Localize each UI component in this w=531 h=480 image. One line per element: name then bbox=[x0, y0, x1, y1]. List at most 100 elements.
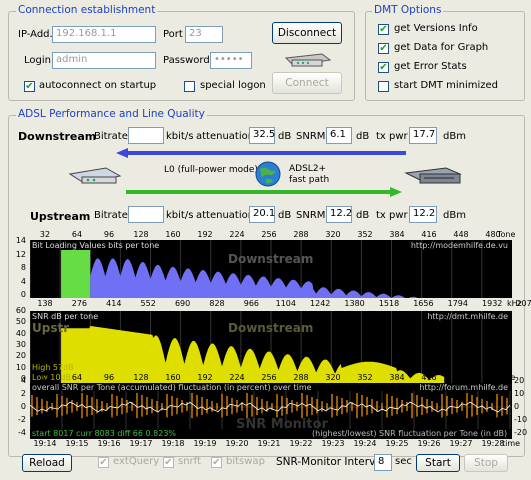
monitor-y-left-tick: -2 bbox=[18, 415, 26, 424]
dmt-option-label: get Error Stats bbox=[394, 61, 467, 72]
tone-axis-mid-tick: 224 bbox=[229, 373, 245, 382]
snrft-label: snrft bbox=[178, 456, 201, 467]
downstream-bitrate-unit: kbit/s bbox=[166, 131, 194, 142]
tone-axis-top-tick: 320 bbox=[325, 230, 341, 239]
tone-axis-mid-tick: 32 bbox=[39, 373, 51, 382]
downstream-snrm-field: 6.1 bbox=[326, 127, 352, 144]
tone-axis-mid: 32 64 96 128 160 192 224 256 288 320 352 384 416 448 4… bbox=[0, 373, 531, 383]
tone-axis-mid-tick: 448 bbox=[453, 373, 469, 382]
interval-field[interactable]: 8 bbox=[374, 454, 392, 471]
tone-axis-mid-tick: 256 bbox=[261, 373, 277, 382]
special-logon-label: special logon bbox=[200, 80, 266, 91]
snrft-checkbox[interactable]: ✔ bbox=[163, 457, 174, 468]
port-field[interactable]: 23 bbox=[185, 26, 223, 43]
upstream-snrm-field: 12.2 bbox=[326, 206, 352, 223]
modem-icon bbox=[282, 50, 332, 70]
ip-label: IP-Add. bbox=[18, 29, 53, 40]
khz-axis-tick: 828 bbox=[209, 299, 225, 308]
downstream-attenuation-label: attenuation bbox=[196, 131, 255, 142]
time-axis-tick: 19:17 bbox=[129, 439, 153, 448]
tone-axis-mid-tick: 192 bbox=[197, 373, 213, 382]
bits-title: Bit Loading Values bits per tone bbox=[32, 241, 160, 250]
upstream-label: Upstream bbox=[30, 210, 91, 223]
disconnect-button[interactable]: Disconnect bbox=[272, 22, 342, 44]
khz-axis-tick: 1380 bbox=[344, 299, 365, 308]
globe-icon bbox=[254, 160, 282, 188]
bits-y-tick: 8 bbox=[20, 263, 26, 272]
start-button[interactable]: Start bbox=[416, 454, 460, 472]
downstream-txpwr-field: 17.7 bbox=[409, 127, 437, 144]
login-field[interactable]: admin bbox=[52, 52, 156, 69]
snr-y-tick: 50 bbox=[15, 317, 26, 327]
snr-y-tick: 10 bbox=[15, 362, 26, 372]
dmt-option-checkbox[interactable]: ✔ bbox=[378, 24, 389, 35]
downstream-attenuation-field: 32.5 bbox=[249, 127, 275, 144]
upstream-attenuation-field: 20.1 bbox=[249, 206, 275, 223]
modem-left-icon bbox=[68, 164, 122, 188]
tone-axis-mid-tick: 64 bbox=[71, 373, 83, 382]
tone-axis-top-tick: 192 bbox=[197, 230, 213, 239]
snr-url: http://dmt.mhilfe.de bbox=[427, 312, 508, 321]
tone-axis-top-tick: 96 bbox=[103, 230, 115, 239]
dmt-option-label: start DMT minimized bbox=[394, 80, 498, 91]
bits-y-tick: 14 bbox=[15, 236, 26, 245]
dslam-icon bbox=[402, 165, 462, 189]
connect-button[interactable]: Connect bbox=[272, 72, 342, 94]
downstream-snrm-unit: dB bbox=[356, 131, 370, 142]
tone-axis-top-tick: 160 bbox=[165, 230, 181, 239]
khz-axis-tick: 1104 bbox=[275, 299, 296, 308]
monitor-y-left-tick: -4 bbox=[18, 428, 26, 437]
dmt-option-checkbox[interactable]: ✔ bbox=[378, 43, 389, 54]
tone-axis-mid-tick: 128 bbox=[133, 373, 149, 382]
khz-axis-tick: 1794 bbox=[447, 299, 468, 308]
login-label: Login bbox=[24, 55, 51, 66]
bits-watermark: Downstream bbox=[228, 252, 314, 266]
bitswap-checkbox[interactable]: ✔ bbox=[211, 457, 222, 468]
tone-axis-mid-tick: 96 bbox=[103, 373, 115, 382]
snr-high: High 57dB bbox=[32, 363, 74, 372]
extquery-checkbox[interactable]: ✔ bbox=[98, 457, 109, 468]
path-text: fast path bbox=[289, 175, 330, 185]
monitor-title: overall SNR per Tone (accumulated) fluct… bbox=[32, 383, 312, 392]
downstream-bitrate-field bbox=[128, 127, 164, 144]
monitor-y-right-tick: -20 bbox=[514, 428, 528, 437]
tone-axis-mid-tick: 160 bbox=[165, 373, 181, 382]
tone-axis-top-tick: 416 bbox=[421, 230, 437, 239]
tone-axis-top-tick: 288 bbox=[293, 230, 309, 239]
bits-y-tick: 12 bbox=[15, 249, 26, 259]
upstream-bitrate-field bbox=[128, 206, 164, 223]
dmt-option-checkbox[interactable] bbox=[378, 81, 389, 92]
dmt-options-title: DMT Options bbox=[372, 4, 444, 16]
monitor-y-left-tick: 0 bbox=[20, 402, 26, 411]
dmt-option-label: get Data for Graph bbox=[394, 42, 489, 53]
tone-axis-top-tick: 352 bbox=[357, 230, 373, 239]
password-label: Password bbox=[163, 55, 210, 66]
interval-label: SNR-Monitor Interval: bbox=[276, 456, 389, 468]
time-axis-tick: 19:20 bbox=[225, 439, 249, 448]
adsl-group-title: ADSL Performance and Line Quality bbox=[16, 108, 207, 120]
monitor-y-left-tick: 2 bbox=[20, 389, 26, 398]
upstream-bitrate-unit: kbit/s bbox=[166, 210, 194, 221]
tone-axis-top-tick: 256 bbox=[261, 230, 277, 239]
time-axis-tick: 19:24 bbox=[353, 439, 377, 448]
dmt-option-checkbox[interactable]: ✔ bbox=[378, 62, 389, 73]
monitor-y-right-tick: -10 bbox=[514, 415, 528, 424]
ip-field[interactable]: 192.168.1.1 bbox=[52, 26, 156, 43]
connection-group-title: Connection establishment bbox=[16, 4, 158, 16]
tone-axis-top-tick: 384 bbox=[389, 230, 405, 239]
time-axis-tick: 19:18 bbox=[161, 439, 185, 448]
downstream-arrow bbox=[116, 148, 406, 158]
stop-button[interactable]: Stop bbox=[464, 454, 508, 472]
autoconnect-checkbox[interactable]: ✔ bbox=[24, 81, 35, 92]
snr-watermark: Downstream bbox=[228, 321, 314, 335]
dmt-option-label: get Versions Info bbox=[394, 23, 478, 34]
password-field[interactable]: ••••• bbox=[210, 52, 252, 69]
bits-y-tick: 4 bbox=[20, 276, 26, 286]
khz-axis-unit: kHz bbox=[507, 299, 522, 308]
mode-text: L0 (full-power mode) bbox=[164, 165, 258, 175]
downstream-txpwr-unit: dBm bbox=[443, 131, 466, 142]
downstream-attenuation-unit: dB bbox=[278, 131, 292, 142]
reload-button[interactable]: Reload bbox=[22, 454, 72, 472]
special-logon-checkbox[interactable] bbox=[184, 81, 195, 92]
time-axis-tick: 19:25 bbox=[385, 439, 409, 448]
